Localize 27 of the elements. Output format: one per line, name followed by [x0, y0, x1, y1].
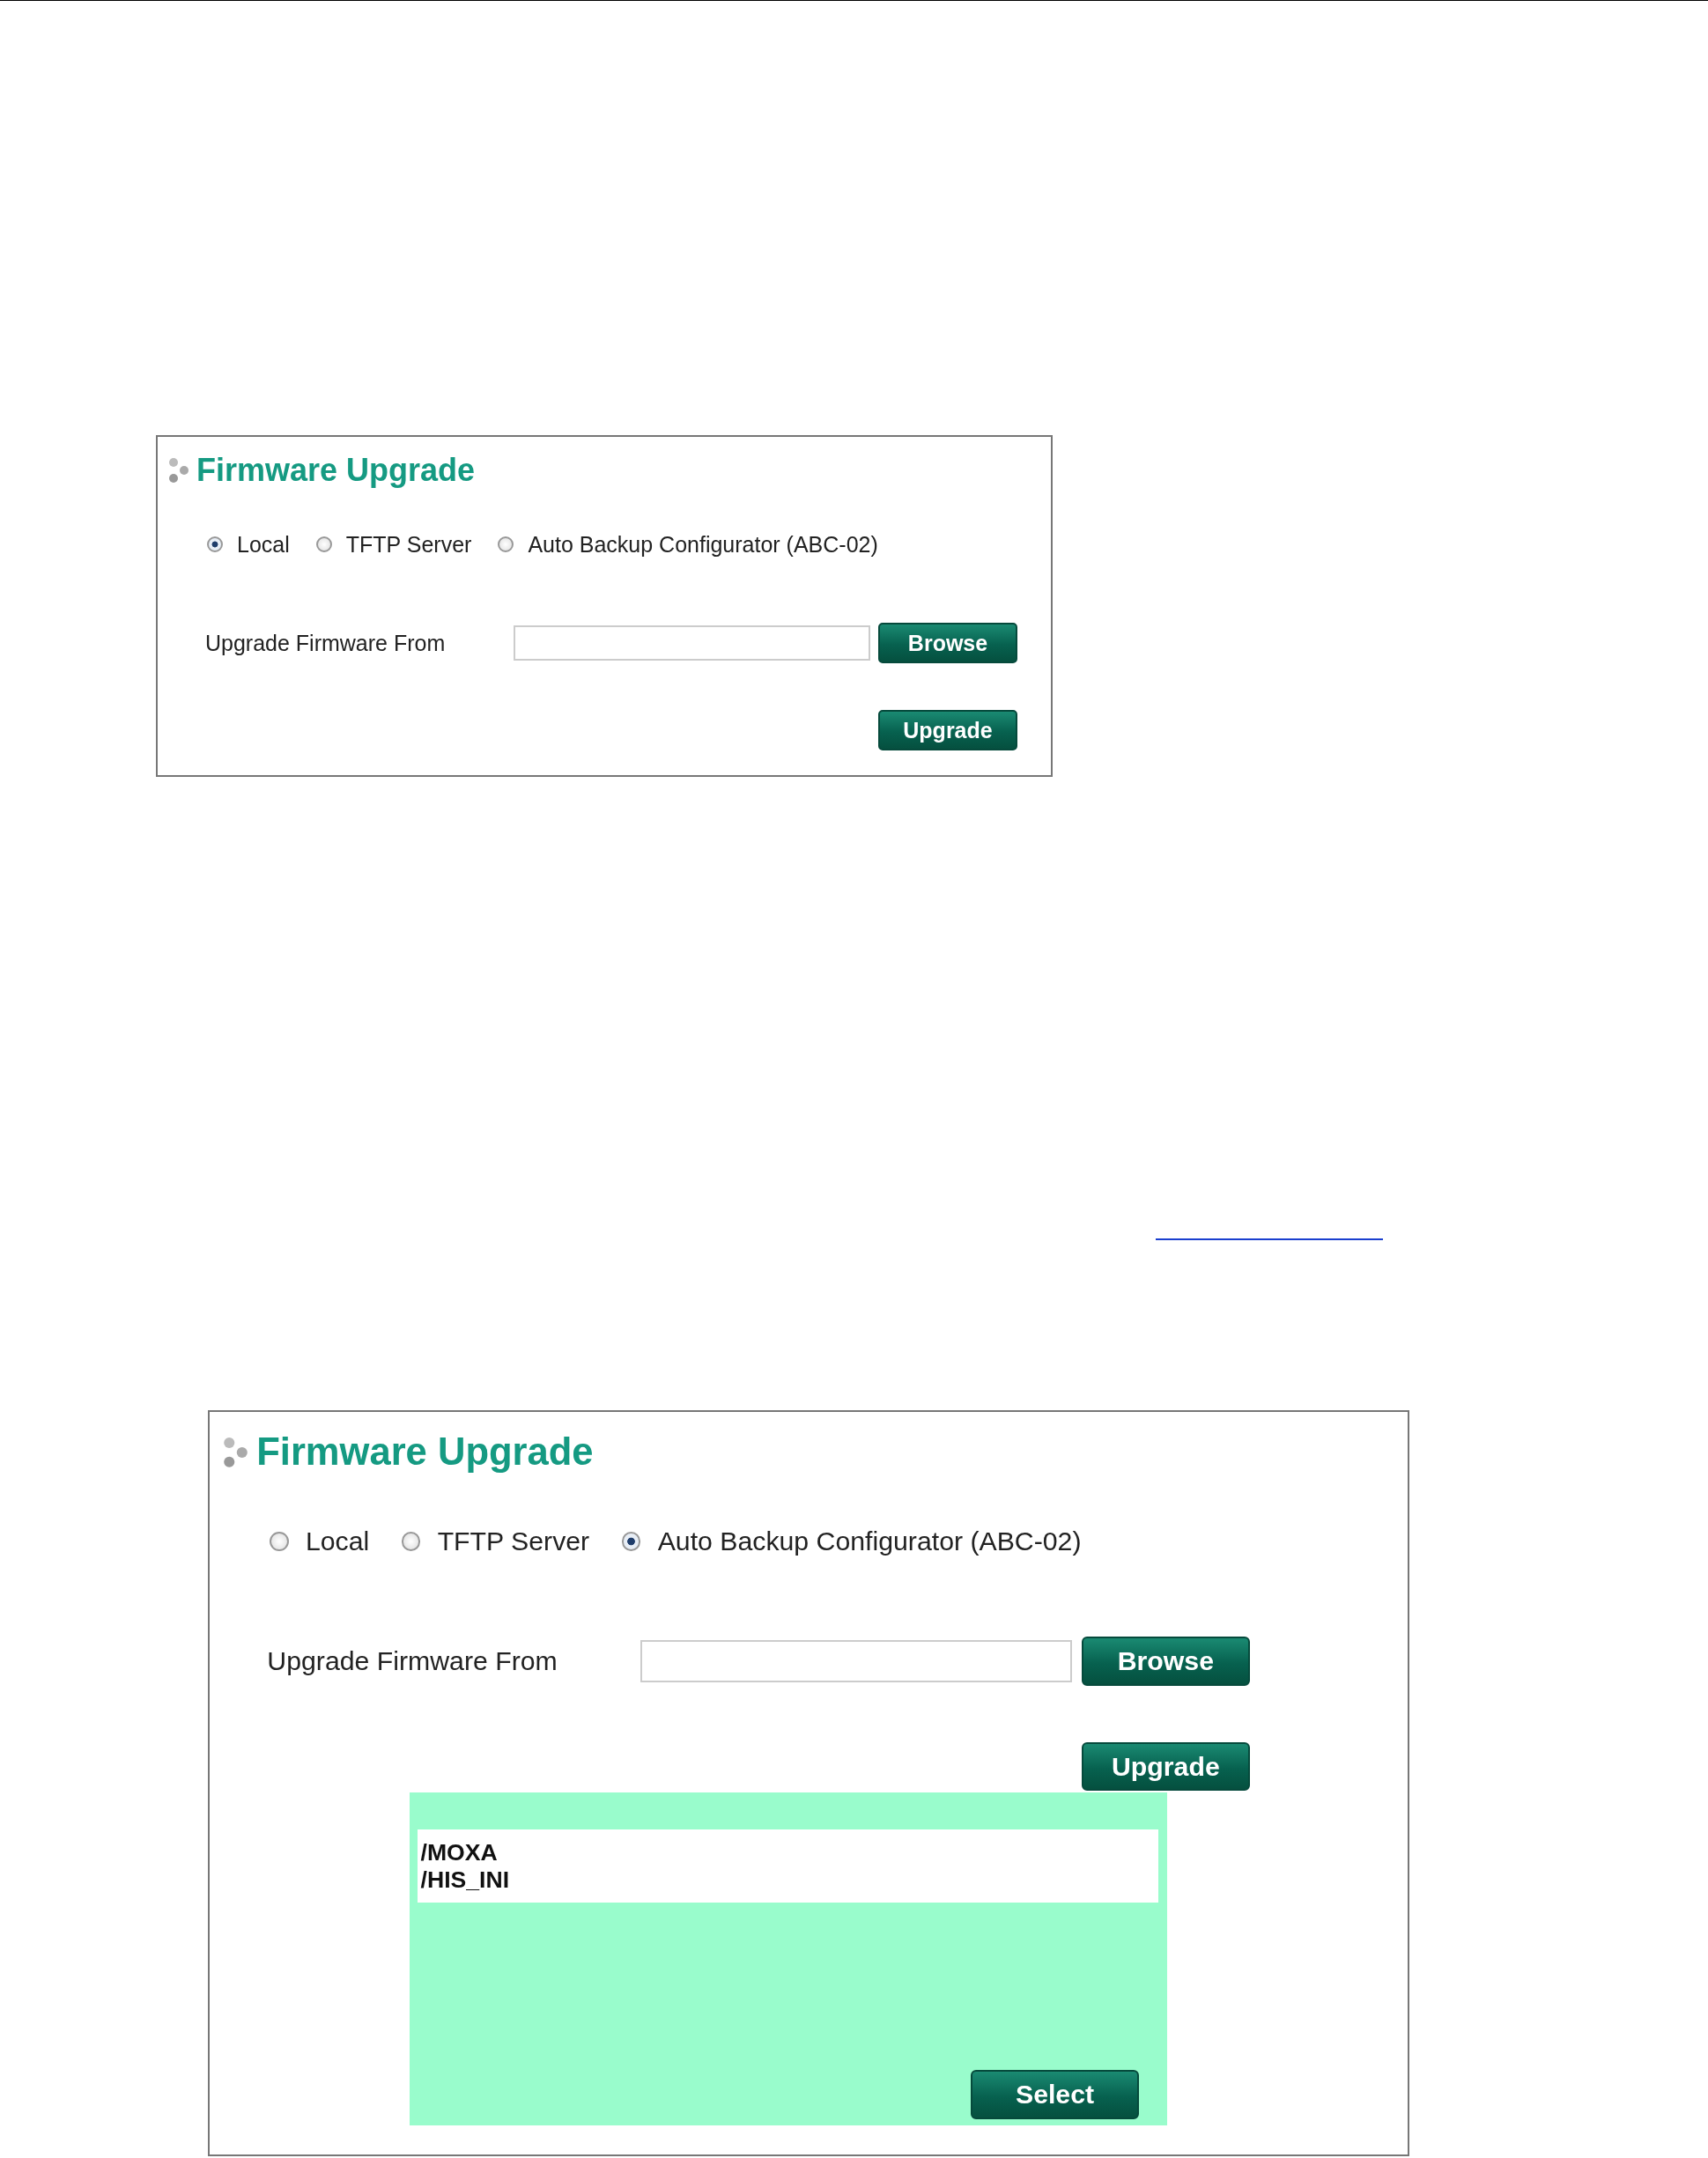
panel-title: Firmware Upgrade [256, 1430, 594, 1474]
dots-icon [222, 1437, 248, 1467]
radio-button[interactable] [498, 536, 514, 553]
radio-button[interactable] [621, 1532, 641, 1552]
folder-item[interactable]: /MOXA [420, 1839, 1158, 1866]
field-label: Upgrade Firmware From [205, 630, 447, 656]
file-input-field[interactable] [640, 1639, 1072, 1682]
browse-button[interactable]: Browse [1081, 1637, 1250, 1686]
dots-icon [168, 458, 189, 484]
radio-label: TFTP Server [345, 531, 472, 558]
field-label: Upgrade Firmware From [267, 1645, 558, 1676]
radio-label: Local [237, 531, 290, 558]
radio-button[interactable] [207, 536, 223, 553]
upgrade-button[interactable]: Upgrade [878, 710, 1017, 751]
radio-button[interactable] [315, 536, 332, 553]
radio-button[interactable] [269, 1532, 289, 1552]
browse-button[interactable]: Browse [878, 623, 1017, 664]
folder-item[interactable]: /HIS_INI [420, 1866, 1158, 1894]
upgrade-button[interactable]: Upgrade [1081, 1741, 1250, 1792]
radio-button[interactable] [401, 1532, 421, 1552]
select-button[interactable]: Select [970, 2070, 1140, 2120]
radio-label: Auto Backup Configurator (ABC-02) [657, 1526, 1082, 1557]
radio-label: TFTP Server [437, 1526, 590, 1557]
radio-label: Local [305, 1526, 370, 1557]
file-input-field[interactable] [514, 625, 870, 661]
radio-label: Auto Backup Configurator (ABC-02) [528, 531, 878, 558]
panel-title: Firmware Upgrade [196, 452, 476, 490]
